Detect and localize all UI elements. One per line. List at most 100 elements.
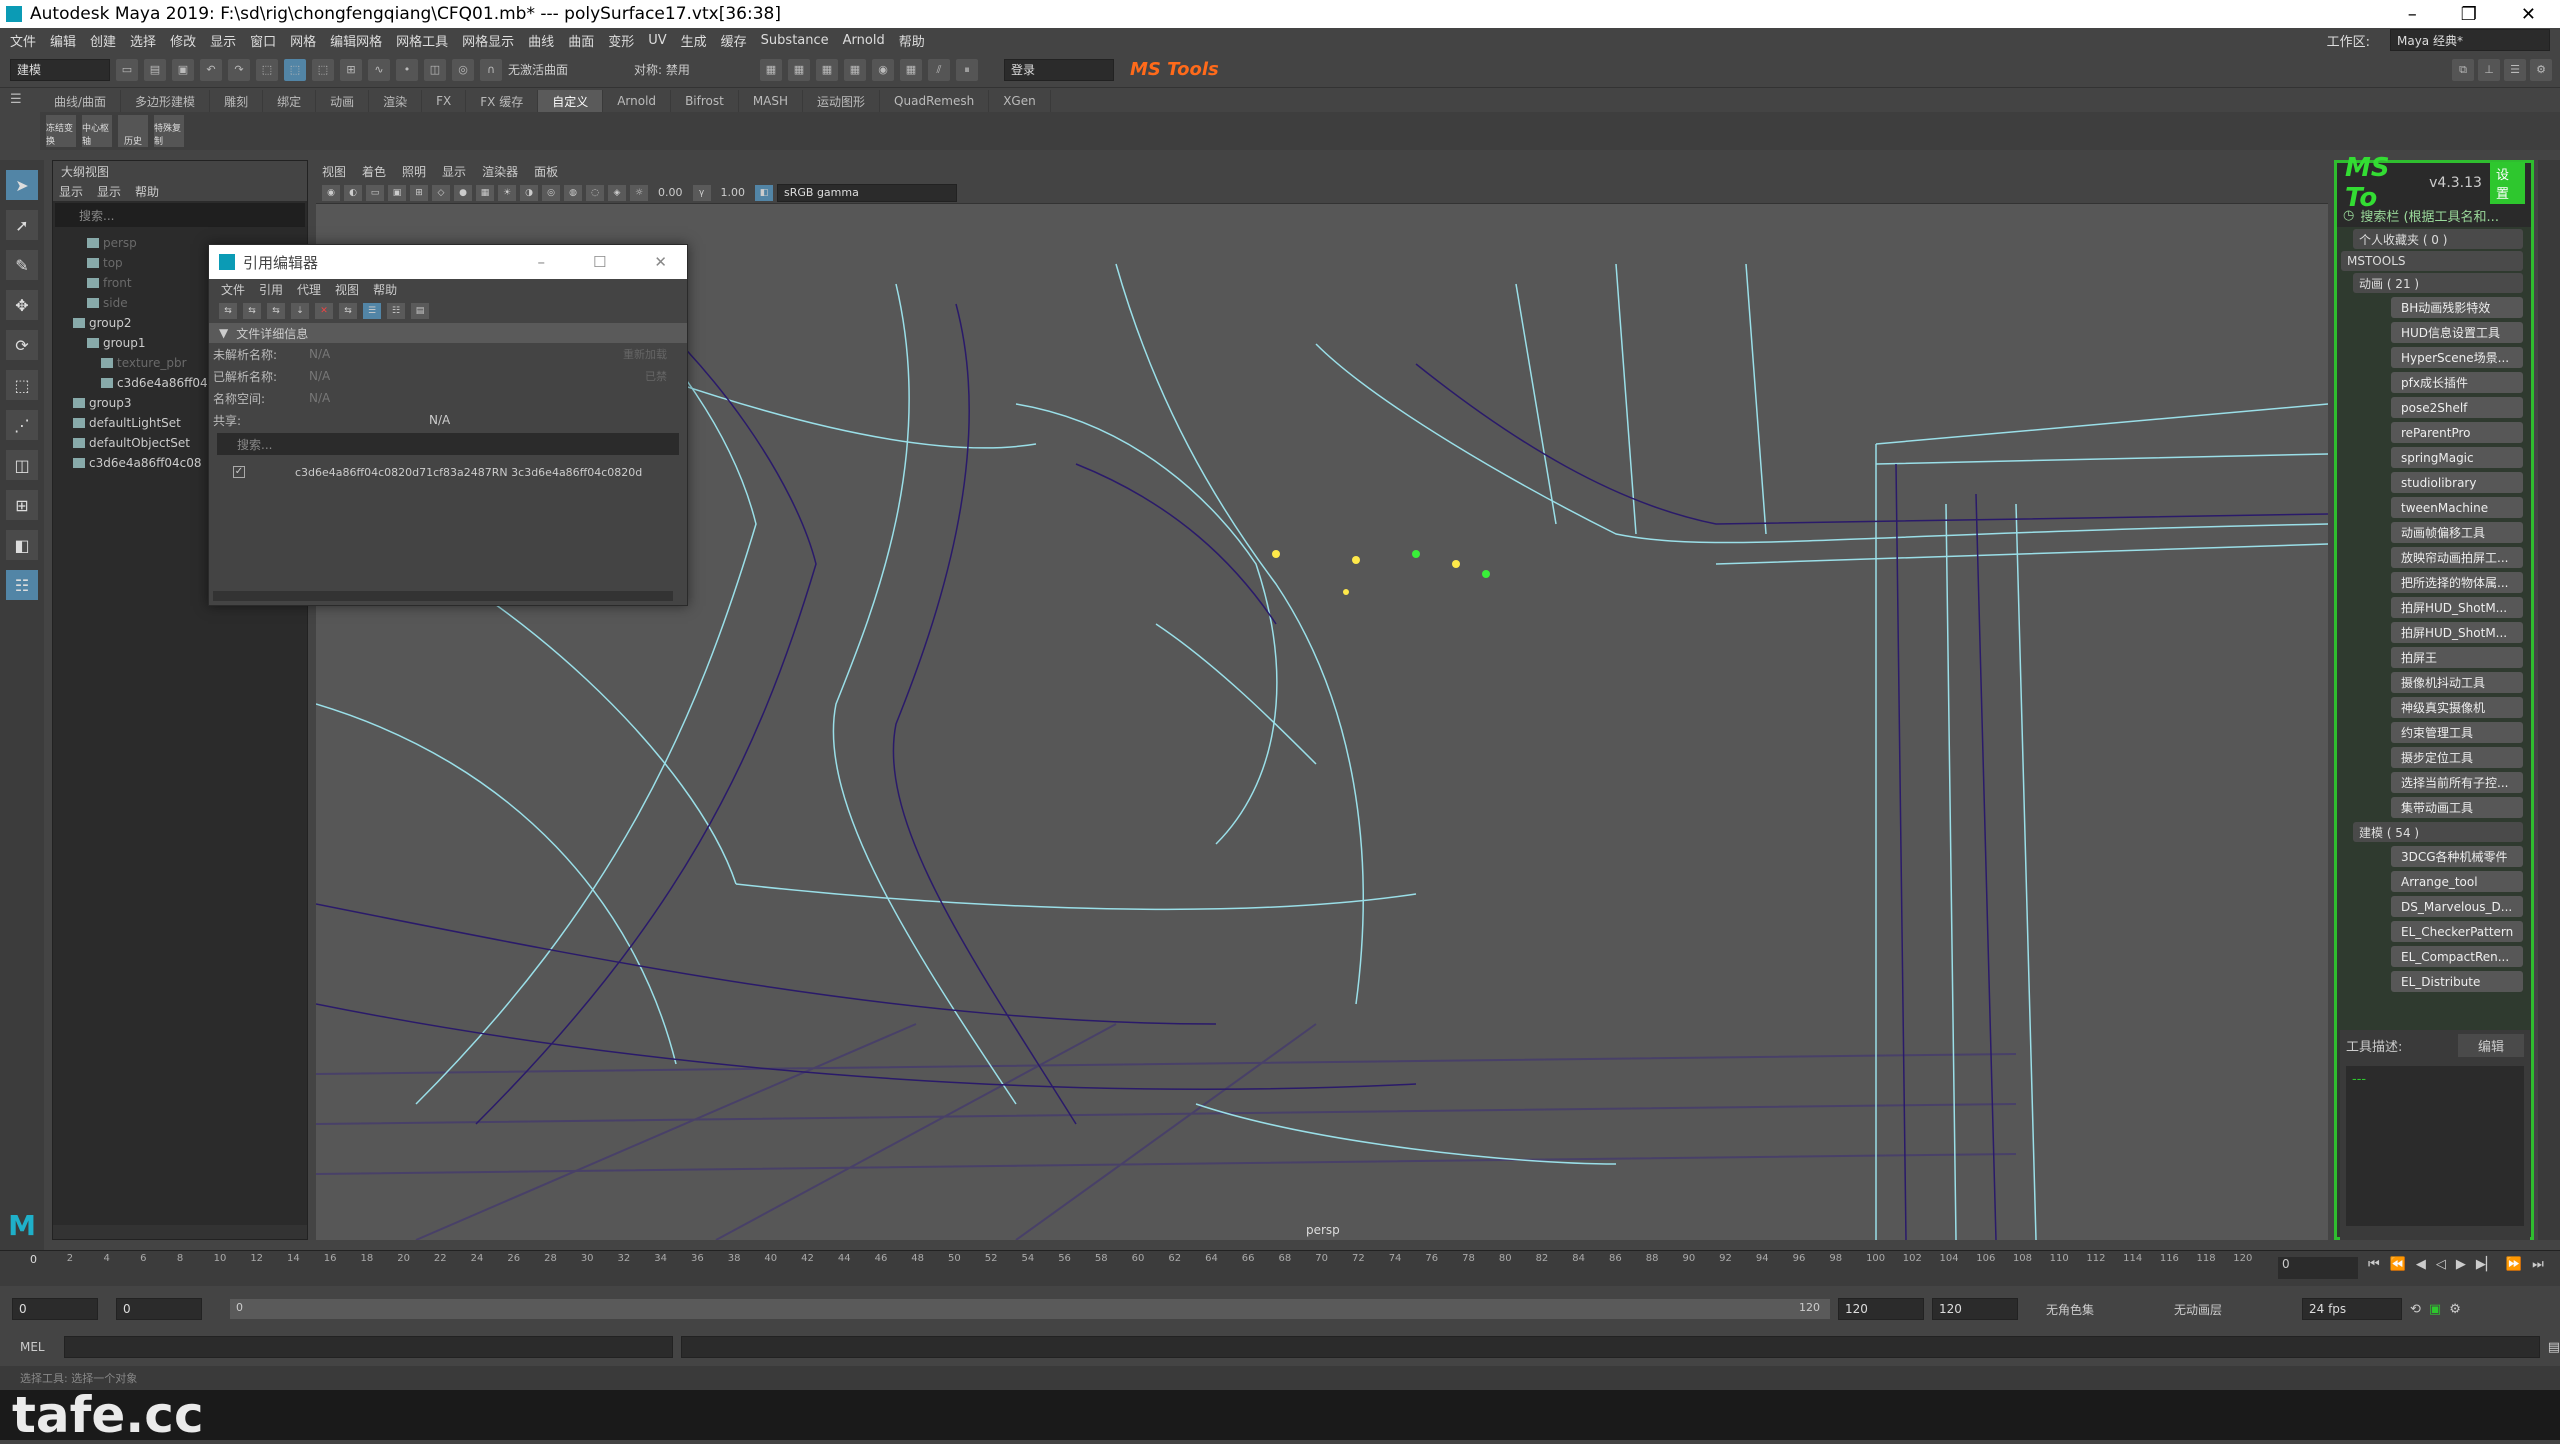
- shelf-button-history[interactable]: 历史: [118, 115, 148, 147]
- shelf-tab-motion-graphics[interactable]: 运动图形: [803, 90, 881, 112]
- settings-button[interactable]: 设置: [2489, 162, 2525, 204]
- aa-icon[interactable]: ◍: [564, 184, 582, 201]
- menu-edit[interactable]: 编辑: [50, 31, 76, 50]
- camera-select-icon[interactable]: ◉: [322, 184, 340, 201]
- mstools-tool-item[interactable]: reParentPro: [2391, 422, 2523, 443]
- ref-editor-minimize[interactable]: –: [537, 253, 545, 271]
- vp-menu-renderer[interactable]: 渲染器: [482, 163, 518, 180]
- step-forward-icon[interactable]: ▶▏: [2476, 1257, 2496, 1272]
- mstools-tool-item[interactable]: springMagic: [2391, 447, 2523, 468]
- shelf-tab-curves[interactable]: 曲线/曲面: [40, 90, 122, 112]
- ref-menu-reference[interactable]: 引用: [259, 281, 283, 298]
- reference-row[interactable]: ✓ c3d6e4a86ff04c0820d71cf83a2487RN 3c3d6…: [209, 461, 687, 483]
- mstools-tool-item[interactable]: 拍屏HUD_ShotM...: [2391, 622, 2523, 643]
- shelf-options-icon[interactable]: ☰: [10, 92, 30, 112]
- character-set-select[interactable]: 无角色集: [2046, 1301, 2156, 1318]
- mstools-tool-item[interactable]: BH动画残影特效: [2391, 297, 2523, 318]
- reload-button[interactable]: 重新加载: [623, 346, 667, 362]
- menu-arnold[interactable]: Arnold: [843, 33, 885, 48]
- ref-editor-close[interactable]: ✕: [654, 253, 667, 271]
- menu-select[interactable]: 选择: [130, 31, 156, 50]
- menu-deform[interactable]: 变形: [608, 31, 634, 50]
- shelf-tab-quadremesh[interactable]: QuadRemesh: [880, 90, 990, 112]
- login-dropdown[interactable]: 登录: [1004, 58, 1114, 81]
- right-side-tabs[interactable]: [2538, 160, 2560, 1240]
- snap-view-icon[interactable]: ◫: [424, 58, 446, 81]
- mstools-tool-item[interactable]: 摄步定位工具: [2391, 747, 2523, 768]
- shelf-tab-fx[interactable]: FX: [422, 90, 467, 112]
- selected-vertices[interactable]: [1272, 550, 1490, 595]
- pause-icon[interactable]: ⏸: [956, 58, 978, 81]
- step-back-icon[interactable]: ◀: [2416, 1257, 2426, 1272]
- xray-icon[interactable]: ◈: [608, 184, 626, 201]
- wireframe-icon[interactable]: ◇: [432, 184, 450, 201]
- mstools-tool-item[interactable]: EL_CompactRen...: [2391, 946, 2523, 967]
- textured-icon[interactable]: ▦: [476, 184, 494, 201]
- gamma-icon[interactable]: γ: [692, 184, 711, 201]
- mstools-tool-item[interactable]: 3DCG各种机械零件: [2391, 846, 2523, 867]
- menu-help[interactable]: 帮助: [899, 31, 925, 50]
- shelf-tab-xgen[interactable]: XGen: [989, 90, 1051, 112]
- outliner-search[interactable]: 搜索...: [55, 203, 305, 227]
- mstools-tool-item[interactable]: 神级真实摄像机: [2391, 697, 2523, 718]
- four-view-icon[interactable]: ⊞: [6, 490, 38, 520]
- exposure-value[interactable]: 0.00: [652, 186, 689, 199]
- collapse-arrow-icon[interactable]: ▼: [219, 326, 228, 340]
- time-slider[interactable]: 0 2 4 6 8 10 12 14 16 18 20 22 24 26 28 30 32 34 36 38 40 42 4…: [0, 1250, 2560, 1286]
- ref-editor-maximize[interactable]: ☐: [593, 253, 606, 271]
- new-scene-icon[interactable]: ▭: [116, 58, 138, 81]
- vp-menu-panels[interactable]: 面板: [534, 163, 558, 180]
- ao-icon[interactable]: ◎: [542, 184, 560, 201]
- anim-layer-select[interactable]: 无动画层: [2174, 1301, 2284, 1318]
- mstools-tool-item[interactable]: studiolibrary: [2391, 472, 2523, 493]
- menu-windows[interactable]: 窗口: [250, 31, 276, 50]
- mstools-tool-item[interactable]: DS_Marvelous_D...: [2391, 896, 2523, 917]
- redo-icon[interactable]: ↷: [228, 58, 250, 81]
- isolate-icon[interactable]: ◌: [586, 184, 604, 201]
- ipr-render-icon[interactable]: ▦: [816, 58, 838, 81]
- disabled-checkbox[interactable]: 已禁: [645, 368, 667, 384]
- modeling-toolkit-icon[interactable]: ⧉: [2452, 58, 2474, 81]
- vp-menu-lighting[interactable]: 照明: [402, 163, 426, 180]
- color-mgmt-icon[interactable]: ◧: [755, 184, 773, 201]
- ref-tree-icon[interactable]: ▤: [411, 303, 429, 319]
- script-editor-icon[interactable]: ▤: [2548, 1340, 2560, 1355]
- select-component-icon[interactable]: ⬚: [312, 58, 334, 81]
- ref-detail-icon[interactable]: ☷: [387, 303, 405, 319]
- hypershade-icon[interactable]: ◉: [872, 58, 894, 81]
- outliner-scrollbar[interactable]: [53, 1225, 307, 1239]
- menu-substance[interactable]: Substance: [761, 33, 829, 48]
- shelf-button-special-duplicate[interactable]: 特殊复制: [154, 115, 184, 147]
- ref-search-input[interactable]: 搜索...: [217, 433, 679, 455]
- mstools-tool-item[interactable]: Arrange_tool: [2391, 871, 2523, 892]
- step-forward-key-icon[interactable]: ⏩: [2506, 1257, 2522, 1272]
- mstools-tool-item[interactable]: HUD信息设置工具: [2391, 322, 2523, 343]
- camera-attr-icon[interactable]: ◐: [344, 184, 362, 201]
- mstools-tool-item[interactable]: HyperScene场景...: [2391, 347, 2523, 368]
- modeling-group[interactable]: 建模 ( 54 ): [2353, 822, 2523, 842]
- render-current-icon[interactable]: ▦: [788, 58, 810, 81]
- mstools-tool-item[interactable]: 动画帧偏移工具: [2391, 522, 2523, 543]
- loop-icon[interactable]: ⟲: [2410, 1302, 2421, 1317]
- anim-start-field[interactable]: 0: [12, 1298, 98, 1320]
- render-settings-icon[interactable]: ▦: [844, 58, 866, 81]
- lights-icon[interactable]: ☀: [498, 184, 516, 201]
- grid-icon[interactable]: ⊞: [410, 184, 428, 201]
- edit-button[interactable]: 编辑: [2457, 1033, 2524, 1057]
- ref-reload-icon[interactable]: ⇆: [243, 303, 261, 319]
- menu-uv[interactable]: UV: [648, 33, 666, 48]
- shelf-tab-rigging[interactable]: 绑定: [263, 90, 317, 112]
- fps-select[interactable]: 24 fps: [2302, 1298, 2402, 1320]
- select-tool-icon[interactable]: ➤: [6, 170, 38, 200]
- menu-modify[interactable]: 修改: [170, 31, 196, 50]
- shelf-tab-animation[interactable]: 动画: [316, 90, 370, 112]
- menu-cache[interactable]: 缓存: [721, 31, 747, 50]
- snap-point-icon[interactable]: •: [396, 58, 418, 81]
- colorspace-select[interactable]: sRGB gamma: [777, 183, 957, 202]
- snap-curve-icon[interactable]: ∿: [368, 58, 390, 81]
- shadows-icon[interactable]: ◑: [520, 184, 538, 201]
- scale-tool-icon[interactable]: ⬚: [6, 370, 38, 400]
- minimize-button[interactable]: –: [2408, 4, 2417, 25]
- save-scene-icon[interactable]: ▣: [172, 58, 194, 81]
- persp-outliner-icon[interactable]: ◧: [6, 530, 38, 560]
